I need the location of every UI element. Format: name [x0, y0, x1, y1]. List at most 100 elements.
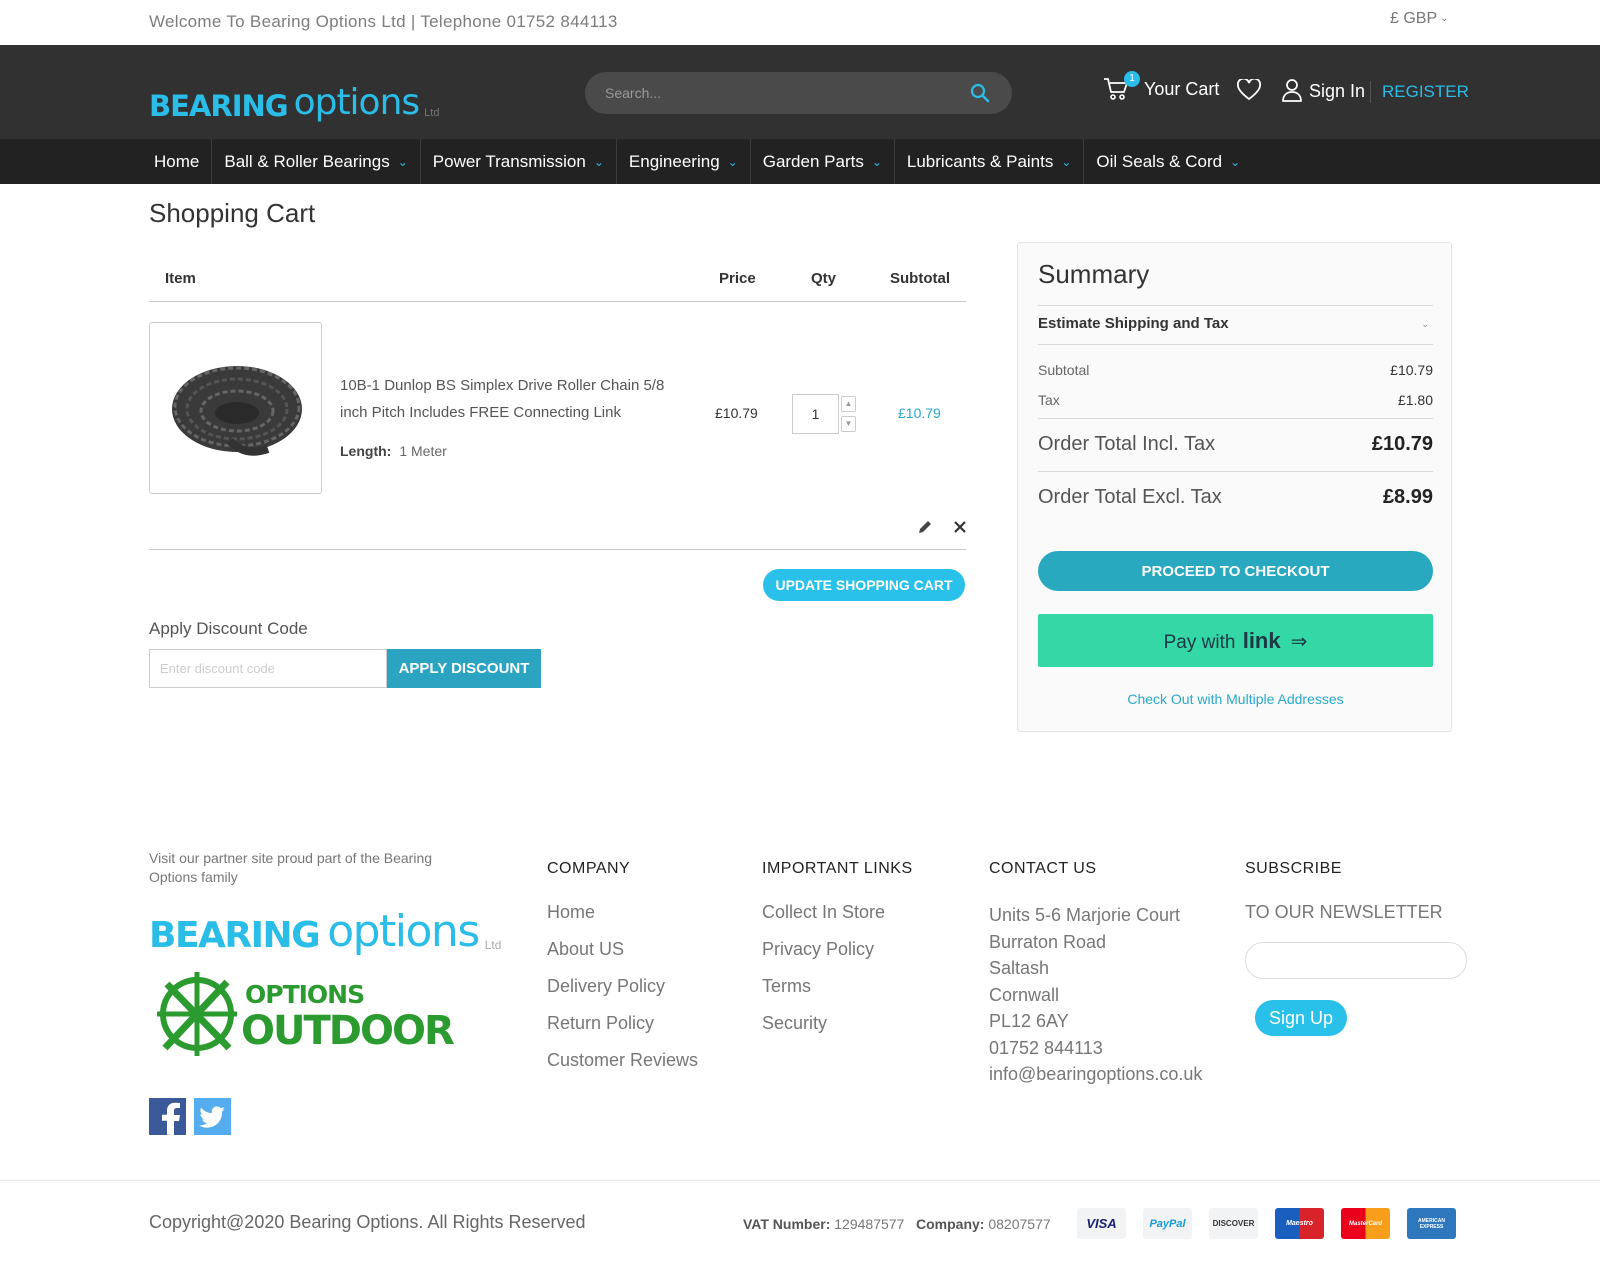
company-value: 08207577 — [988, 1216, 1051, 1232]
subtotal-label: Subtotal — [1038, 362, 1090, 378]
column-subtotal: Subtotal — [890, 270, 950, 287]
address-line: Saltash — [989, 958, 1050, 978]
footer-link-terms[interactable]: Terms — [762, 976, 811, 997]
estimate-shipping-toggle[interactable]: Estimate Shipping and Tax — [1038, 315, 1229, 332]
copyright-text: Copyright@2020 Bearing Options. All Righ… — [149, 1212, 586, 1232]
footer-link-security[interactable]: Security — [762, 1013, 827, 1034]
quantity-input[interactable]: 1 — [792, 394, 839, 434]
edit-pencil-icon[interactable] — [917, 519, 933, 535]
main-nav: Home Ball & Roller Bearings ⌄ Power Trans… — [0, 139, 1600, 184]
chevron-down-icon: ⌄ — [727, 154, 738, 169]
cart-table-header: Item Price Qty Subtotal — [149, 262, 966, 302]
vat-company-info: VAT Number: 129487577 Company: 08207577 — [743, 1216, 1051, 1232]
footer-link-returns[interactable]: Return Policy — [547, 1013, 654, 1034]
address-line: Cornwall — [989, 984, 1060, 1005]
nav-item-label: Oil Seals & Cord — [1096, 151, 1223, 171]
register-link[interactable]: REGISTER — [1382, 82, 1469, 102]
nav-item-label: Engineering — [628, 151, 720, 171]
twitter-icon[interactable] — [194, 1098, 231, 1135]
logo-light-text: options — [293, 82, 421, 123]
newsletter-email-input[interactable] — [1245, 942, 1467, 979]
footer-link-collect[interactable]: Collect In Store — [762, 902, 885, 923]
nav-item-label: Garden Parts — [762, 151, 864, 171]
total-excl-label: Order Total Excl. Tax — [1038, 486, 1222, 508]
paypal-icon: PayPal — [1143, 1208, 1192, 1239]
search-input[interactable] — [605, 72, 945, 114]
footer-link-about[interactable]: About US — [547, 939, 624, 960]
nav-item-home[interactable]: Home — [142, 139, 213, 184]
footer-link-reviews[interactable]: Customer Reviews — [547, 1050, 698, 1071]
nav-item-label: Ball & Roller Bearings — [224, 151, 390, 171]
option-value: 1 Meter — [399, 443, 447, 459]
update-cart-button[interactable]: Update Shopping Cart — [763, 569, 965, 601]
total-incl-tax-row: Order Total Incl. Tax £10.79 — [1038, 433, 1433, 456]
tax-label: Tax — [1038, 392, 1060, 408]
summary-divider — [1038, 418, 1433, 419]
site-logo[interactable]: BEARING options Ltd — [149, 71, 439, 121]
product-price: £10.79 — [715, 405, 758, 421]
welcome-text: Welcome To Bearing Options Ltd | Telepho… — [149, 12, 618, 31]
summary-divider — [1038, 471, 1433, 472]
maestro-icon: Maestro — [1275, 1208, 1324, 1239]
contact-phone[interactable]: 01752 844113 — [989, 1035, 1202, 1062]
options-outdoor-logo[interactable]: OPTIONS OUTDOOR — [157, 970, 455, 1062]
nav-item-power-transmission[interactable]: Power Transmission ⌄ — [421, 139, 617, 184]
discount-code-input[interactable] — [149, 649, 387, 688]
outdoor-logo-bottom: OUTDOOR — [241, 1008, 455, 1054]
link-brand: link — [1242, 627, 1281, 653]
nav-item-garden-parts[interactable]: Garden Parts ⌄ — [751, 139, 895, 184]
product-name-link[interactable]: 10B-1 Dunlop BS Simplex Drive Roller Cha… — [340, 372, 680, 426]
chevron-down-icon: ⌄ — [1230, 154, 1241, 169]
facebook-icon[interactable] — [149, 1098, 186, 1135]
quantity-increase-button[interactable]: ▲ — [841, 396, 856, 412]
apply-discount-button[interactable]: APPLY DISCOUNT — [387, 649, 541, 688]
currency-switcher[interactable]: £ GBP ⌄ — [1390, 10, 1449, 28]
contact-email[interactable]: info@bearingoptions.co.uk — [989, 1061, 1202, 1088]
amex-icon: AMERICAN EXPRESS — [1407, 1208, 1456, 1239]
chevron-down-icon[interactable]: ⌄ — [1421, 319, 1429, 330]
summary-divider — [1038, 305, 1433, 306]
nav-item-oil-seals[interactable]: Oil Seals & Cord ⌄ — [1084, 139, 1252, 184]
tax-row: Tax £1.80 — [1038, 392, 1433, 408]
total-incl-value: £10.79 — [1371, 433, 1433, 455]
nav-item-bearings[interactable]: Ball & Roller Bearings ⌄ — [212, 139, 421, 184]
partner-logo[interactable]: BEARING options Ltd — [149, 910, 501, 954]
footer-link-home[interactable]: Home — [547, 902, 595, 923]
product-image[interactable] — [149, 322, 322, 494]
mini-cart[interactable]: 1 Your Cart — [1102, 71, 1219, 103]
partner-logo-ltd: Ltd — [484, 938, 502, 952]
pay-with-link-button[interactable]: Pay with link ⇒ — [1038, 614, 1433, 667]
partner-logo-bold: BEARING — [149, 915, 321, 956]
search-icon[interactable] — [970, 83, 990, 103]
total-incl-label: Order Total Incl. Tax — [1038, 433, 1216, 455]
cart-icon: 1 — [1102, 71, 1140, 103]
nav-item-lubricants[interactable]: Lubricants & Paints ⌄ — [895, 139, 1085, 184]
user-icon[interactable] — [1281, 78, 1303, 102]
product-subtotal: £10.79 — [898, 405, 941, 421]
subtotal-value: £10.79 — [1390, 362, 1433, 378]
column-qty: Qty — [811, 270, 837, 287]
chevron-down-icon: ⌄ — [1061, 154, 1072, 169]
footer-link-delivery[interactable]: Delivery Policy — [547, 976, 665, 997]
visa-icon: VISA — [1077, 1208, 1126, 1239]
nav-item-engineering[interactable]: Engineering ⌄ — [617, 139, 751, 184]
sign-in-link[interactable]: Sign In — [1309, 81, 1365, 102]
cart-count-badge: 1 — [1124, 71, 1140, 87]
total-excl-tax-row: Order Total Excl. Tax £8.99 — [1038, 486, 1433, 509]
currency-label: £ GBP — [1390, 10, 1438, 27]
newsletter-signup-button[interactable]: Sign Up — [1255, 1000, 1347, 1036]
vat-label: VAT Number: — [743, 1216, 831, 1232]
quantity-decrease-button[interactable]: ▼ — [841, 416, 856, 432]
search-bar — [585, 72, 1012, 114]
proceed-to-checkout-button[interactable]: PROCEED TO CHECKOUT — [1038, 551, 1433, 591]
mastercard-icon: MasterCard — [1341, 1208, 1390, 1239]
total-excl-value: £8.99 — [1382, 486, 1433, 508]
address-line: Units 5-6 Marjorie Court — [989, 905, 1181, 925]
nav-item-label: Lubricants & Paints — [906, 151, 1054, 171]
summary-title: Summary — [1038, 259, 1150, 289]
remove-close-icon[interactable] — [953, 520, 967, 534]
footer-link-privacy[interactable]: Privacy Policy — [762, 939, 874, 960]
wishlist-heart-icon[interactable] — [1237, 79, 1261, 101]
newsletter-label: TO OUR NEWSLETTER — [1245, 902, 1443, 922]
multiple-addresses-link[interactable]: Check Out with Multiple Addresses — [1018, 691, 1453, 707]
